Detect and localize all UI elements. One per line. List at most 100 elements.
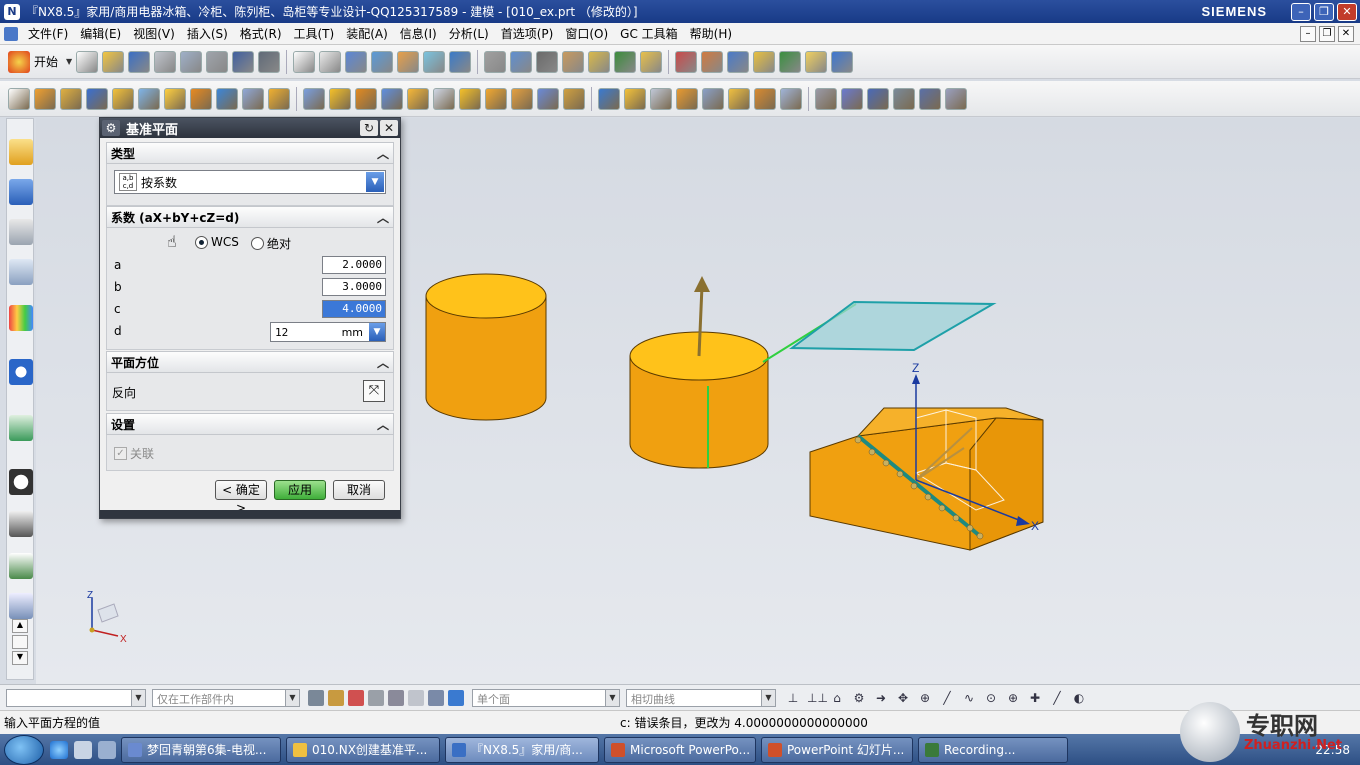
feature-tool-icon-17[interactable] bbox=[459, 87, 481, 110]
scroll-up-icon[interactable]: ▲ bbox=[12, 619, 28, 633]
feature-tool-icon-24[interactable] bbox=[650, 87, 672, 110]
standard-tool-icon-10[interactable] bbox=[345, 50, 368, 73]
standard-tool-icon-7[interactable] bbox=[258, 50, 281, 73]
feature-tool-icon-23[interactable] bbox=[624, 87, 646, 110]
collapse-icon[interactable]: ︿ bbox=[377, 416, 389, 433]
standard-tool-icon-13[interactable] bbox=[423, 50, 446, 73]
chevron-down-icon[interactable]: ▼ bbox=[131, 689, 145, 706]
start-button-label[interactable]: 开始 bbox=[34, 53, 58, 70]
cancel-button[interactable]: 取消 bbox=[333, 480, 385, 500]
minimize-window-button[interactable]: – bbox=[1291, 2, 1311, 21]
feature-tool-icon-2[interactable] bbox=[60, 87, 82, 110]
snap-tool-icon-11[interactable]: ✚ bbox=[1027, 690, 1043, 706]
scroll-track[interactable] bbox=[12, 635, 28, 649]
snap-tool-icon-3[interactable]: ⚙ bbox=[851, 690, 867, 706]
ie-icon[interactable] bbox=[50, 740, 68, 759]
show-hidden-icon[interactable] bbox=[428, 689, 444, 706]
menu-item-9[interactable]: 首选项(P) bbox=[495, 25, 560, 42]
feature-tool-icon-8[interactable] bbox=[216, 87, 238, 110]
snap-point-icon[interactable] bbox=[328, 689, 344, 706]
standard-tool-icon-5[interactable] bbox=[206, 50, 229, 73]
taskbar-item-1[interactable]: 010.NX创建基准平... bbox=[286, 736, 440, 763]
standard-tool-icon-16[interactable] bbox=[510, 50, 533, 73]
snap-tool-icon-12[interactable]: ╱ bbox=[1049, 690, 1065, 706]
menu-item-6[interactable]: 装配(A) bbox=[340, 25, 394, 42]
feature-tool-icon-10[interactable] bbox=[268, 87, 290, 110]
feature-tool-icon-13[interactable] bbox=[355, 87, 377, 110]
a-input[interactable]: 2.0000 bbox=[322, 256, 386, 274]
standard-tool-icon-19[interactable] bbox=[588, 50, 611, 73]
assembly-navigator-icon[interactable] bbox=[9, 179, 33, 205]
feature-tool-icon-32[interactable] bbox=[867, 87, 889, 110]
select-solid-icon[interactable] bbox=[448, 689, 464, 706]
feature-tool-icon-31[interactable] bbox=[841, 87, 863, 110]
palette-icon[interactable] bbox=[9, 305, 33, 331]
standard-tool-icon-21[interactable] bbox=[640, 50, 663, 73]
snap-tool-icon-4[interactable]: ➜ bbox=[873, 690, 889, 706]
menu-item-7[interactable]: 信息(I) bbox=[394, 25, 443, 42]
feature-tool-icon-30[interactable] bbox=[815, 87, 837, 110]
feature-tool-icon-15[interactable] bbox=[407, 87, 429, 110]
standard-tool-icon-0[interactable] bbox=[76, 50, 99, 73]
absolute-radio[interactable]: 绝对 bbox=[251, 235, 291, 252]
rectangle-select-icon[interactable] bbox=[408, 689, 424, 706]
type-select[interactable]: a,b c,d 按系数 ▼ bbox=[114, 170, 386, 194]
web-browser-icon[interactable] bbox=[9, 415, 33, 441]
scroll-down-icon[interactable]: ▼ bbox=[12, 651, 28, 665]
block-solid[interactable] bbox=[809, 407, 1044, 551]
standard-tool-icon-26[interactable] bbox=[779, 50, 802, 73]
standard-tool-icon-9[interactable] bbox=[319, 50, 342, 73]
show-desktop-icon[interactable] bbox=[74, 740, 92, 759]
doc-close-button[interactable]: ✕ bbox=[1338, 25, 1354, 42]
feature-tool-icon-35[interactable] bbox=[945, 87, 967, 110]
standard-tool-icon-11[interactable] bbox=[371, 50, 394, 73]
start-dropdown-icon[interactable]: ▼ bbox=[66, 57, 72, 66]
unit-dropdown-icon[interactable]: ▼ bbox=[369, 323, 385, 341]
checkmark-icon[interactable]: ✓ bbox=[114, 447, 127, 460]
standard-tool-icon-18[interactable] bbox=[562, 50, 585, 73]
feature-tool-icon-1[interactable] bbox=[34, 87, 56, 110]
taskbar-item-0[interactable]: 梦回青朝第6集-电视... bbox=[121, 736, 281, 763]
close-window-button[interactable]: ✕ bbox=[1337, 2, 1357, 21]
taskbar-item-2[interactable]: 『NX8.5』家用/商... bbox=[445, 736, 599, 763]
standard-tool-icon-20[interactable] bbox=[614, 50, 637, 73]
standard-tool-icon-3[interactable] bbox=[154, 50, 177, 73]
d-value[interactable]: 12 bbox=[271, 326, 342, 339]
feature-tool-icon-7[interactable] bbox=[190, 87, 212, 110]
b-input[interactable]: 3.0000 bbox=[322, 278, 386, 296]
reuse-library-icon[interactable] bbox=[9, 259, 33, 285]
feature-tool-icon-5[interactable] bbox=[138, 87, 160, 110]
chevron-down-icon[interactable]: ▼ bbox=[285, 689, 299, 706]
feature-tool-icon-20[interactable] bbox=[537, 87, 559, 110]
feature-tool-icon-12[interactable] bbox=[329, 87, 351, 110]
standard-tool-icon-12[interactable] bbox=[397, 50, 420, 73]
feature-tool-icon-26[interactable] bbox=[702, 87, 724, 110]
coefficients-section-header[interactable]: 系数 (aX+bY+cZ=d) ︿ bbox=[106, 206, 394, 228]
part-navigator-icon[interactable] bbox=[9, 139, 33, 165]
curve-rule-combo[interactable]: 相切曲线 ▼ bbox=[626, 688, 776, 707]
standard-tool-icon-14[interactable] bbox=[449, 50, 472, 73]
doc-restore-button[interactable]: ❐ bbox=[1319, 25, 1335, 42]
feature-tool-icon-27[interactable] bbox=[728, 87, 750, 110]
filter-icon[interactable] bbox=[308, 689, 324, 706]
snap-tool-icon-1[interactable]: ⊥⊥ bbox=[807, 690, 828, 706]
taskbar-item-5[interactable]: Recording... bbox=[918, 736, 1068, 763]
snap-tool-icon-9[interactable]: ⊙ bbox=[983, 690, 999, 706]
collapse-icon[interactable]: ︿ bbox=[377, 209, 389, 226]
snap-tool-icon-2[interactable]: ⌂ bbox=[829, 690, 845, 706]
dialog-close-icon[interactable]: ✕ bbox=[380, 120, 398, 136]
standard-tool-icon-8[interactable] bbox=[293, 50, 316, 73]
feature-tool-icon-0[interactable] bbox=[8, 87, 30, 110]
role-icon[interactable] bbox=[9, 553, 33, 579]
feature-tool-icon-4[interactable] bbox=[112, 87, 134, 110]
process-studio-icon[interactable] bbox=[9, 511, 33, 537]
select-body-icon[interactable] bbox=[368, 689, 384, 706]
snap-tool-icon-13[interactable]: ◐ bbox=[1071, 690, 1087, 706]
associative-checkbox[interactable]: ✓ 关联 bbox=[114, 445, 154, 462]
standard-tool-icon-15[interactable] bbox=[484, 50, 507, 73]
menu-item-10[interactable]: 窗口(O) bbox=[559, 25, 614, 42]
absolute-radio-button[interactable] bbox=[251, 237, 264, 250]
restore-window-button[interactable]: ❐ bbox=[1314, 2, 1334, 21]
datum-plane-preview[interactable] bbox=[762, 300, 997, 363]
type-section-header[interactable]: 类型 ︿ bbox=[106, 142, 394, 164]
